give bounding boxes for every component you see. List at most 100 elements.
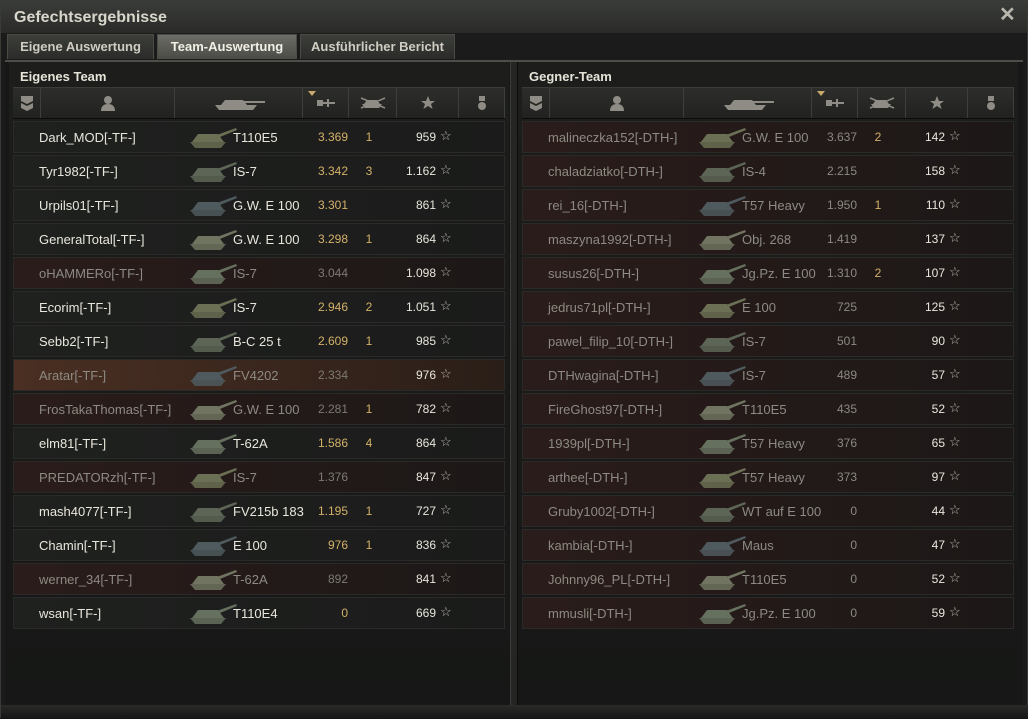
player-row[interactable]: Ecorim[-TF-] IS-7 2.946 2 1.051 ☆ bbox=[13, 291, 505, 323]
tank-icon bbox=[693, 566, 749, 594]
rank-icon[interactable] bbox=[522, 88, 550, 118]
kills-value: 3 bbox=[365, 164, 373, 178]
player-row[interactable]: FrosTakaThomas[-TF-] G.W. E 100 2.281 1 782 ☆ bbox=[13, 393, 505, 425]
damage-value: 2.215 bbox=[826, 164, 857, 178]
damage-icon[interactable] bbox=[303, 88, 349, 118]
player-name: oHAMMERo[-TF-] bbox=[39, 266, 143, 281]
tank-name: IS-7 bbox=[742, 334, 766, 349]
player-row[interactable]: rei_16[-DTH-] T57 Heavy 1.950 1 110 ☆ bbox=[522, 189, 1014, 221]
tank-icon bbox=[184, 124, 240, 152]
xp-value: 125 bbox=[924, 300, 945, 314]
tank-name: IS-7 bbox=[233, 164, 257, 179]
player-row[interactable]: FireGhost97[-DTH-] T110E5 435 52 ☆ bbox=[522, 393, 1014, 425]
player-name: rei_16[-DTH-] bbox=[548, 198, 627, 213]
player-row[interactable]: Johnny96_PL[-DTH-] T110E5 0 52 ☆ bbox=[522, 563, 1014, 595]
tank-name: T110E5 bbox=[742, 572, 787, 587]
player-name: mmusli[-DTH-] bbox=[548, 606, 632, 621]
player-row[interactable]: pawel_filip_10[-DTH-] IS-7 501 90 ☆ bbox=[522, 325, 1014, 357]
kills-value: 1 bbox=[365, 538, 373, 552]
player-row[interactable]: susus26[-DTH-] Jg.Pz. E 100 1.310 2 107 ☆ bbox=[522, 257, 1014, 289]
player-row[interactable]: 1939pl[-DTH-] T57 Heavy 376 65 ☆ bbox=[522, 427, 1014, 459]
kills-value: 1 bbox=[365, 504, 373, 518]
tank-name: FV4202 bbox=[233, 368, 279, 383]
star-icon: ☆ bbox=[949, 536, 961, 551]
star-icon: ☆ bbox=[949, 502, 961, 517]
player-row[interactable]: DTHwagina[-DTH-] IS-7 489 57 ☆ bbox=[522, 359, 1014, 391]
star-icon: ☆ bbox=[949, 128, 961, 143]
kills-value: 2 bbox=[874, 130, 882, 144]
star-icon: ☆ bbox=[440, 196, 452, 211]
player-row[interactable]: Gruby1002[-DTH-] WT auf E 100 0 44 ☆ bbox=[522, 495, 1014, 527]
damage-value: 3.044 bbox=[317, 266, 348, 280]
player-row[interactable]: malineczka152[-DTH-] G.W. E 100 3.637 2 142 ☆ bbox=[522, 121, 1014, 153]
tank-icon bbox=[184, 600, 240, 628]
panel-divider bbox=[510, 62, 518, 717]
player-row[interactable]: maszyna1992[-DTH-] Obj. 268 1.419 137 ☆ bbox=[522, 223, 1014, 255]
xp-value: 976 bbox=[415, 368, 436, 382]
xp-value: 44 bbox=[931, 504, 945, 518]
damage-value: 2.334 bbox=[317, 368, 348, 382]
player-row[interactable]: PREDATORzh[-TF-] IS-7 1.376 847 ☆ bbox=[13, 461, 505, 493]
player-row[interactable]: Aratar[-TF-] FV4202 2.334 976 ☆ bbox=[13, 359, 505, 391]
close-icon[interactable]: ✕ bbox=[999, 5, 1016, 25]
player-name: Tyr1982[-TF-] bbox=[39, 164, 118, 179]
medal-icon[interactable] bbox=[459, 88, 505, 118]
damage-value: 2.946 bbox=[317, 300, 348, 314]
xp-value: 110 bbox=[925, 198, 945, 212]
player-name: werner_34[-TF-] bbox=[39, 572, 133, 587]
player-row[interactable]: mmusli[-DTH-] Jg.Pz. E 100 0 59 ☆ bbox=[522, 597, 1014, 629]
tank-name: B-C 25 t bbox=[233, 334, 281, 349]
rank-icon[interactable] bbox=[13, 88, 41, 118]
medal-icon[interactable] bbox=[968, 88, 1014, 118]
player-name: pawel_filip_10[-DTH-] bbox=[548, 334, 673, 349]
tank-icon bbox=[184, 362, 240, 390]
tab-detailed-report[interactable]: Ausführlicher Bericht bbox=[300, 34, 455, 59]
tab-personal-results[interactable]: Eigene Auswertung bbox=[7, 34, 154, 59]
player-row[interactable]: kambia[-DTH-] Maus 0 47 ☆ bbox=[522, 529, 1014, 561]
player-row[interactable]: GeneralTotal[-TF-] G.W. E 100 3.298 1 864 ☆ bbox=[13, 223, 505, 255]
player-row[interactable]: chaladziatko[-DTH-] IS-4 2.215 158 ☆ bbox=[522, 155, 1014, 187]
enemy-team-title: Gegner-Team bbox=[529, 69, 612, 84]
kills-icon[interactable] bbox=[858, 88, 906, 118]
player-row[interactable]: jedrus71pl[-DTH-] E 100 725 125 ☆ bbox=[522, 291, 1014, 323]
star-icon: ☆ bbox=[949, 434, 961, 449]
player-row[interactable]: Dark_MOD[-TF-] T110E5 3.369 1 959 ☆ bbox=[13, 121, 505, 153]
damage-value: 3.342 bbox=[317, 164, 348, 178]
tank-icon[interactable] bbox=[684, 88, 812, 118]
player-row[interactable]: elm81[-TF-] T-62A 1.586 4 864 ☆ bbox=[13, 427, 505, 459]
star-icon: ☆ bbox=[949, 196, 961, 211]
player-row[interactable]: oHAMMERo[-TF-] IS-7 3.044 1.098 ☆ bbox=[13, 257, 505, 289]
player-row[interactable]: Sebb2[-TF-] B-C 25 t 2.609 1 985 ☆ bbox=[13, 325, 505, 357]
player-name: arthee[-DTH-] bbox=[548, 470, 628, 485]
player-row[interactable]: werner_34[-TF-] T-62A 892 841 ☆ bbox=[13, 563, 505, 595]
player-row[interactable]: Tyr1982[-TF-] IS-7 3.342 3 1.162 ☆ bbox=[13, 155, 505, 187]
damage-value: 1.310 bbox=[826, 266, 857, 280]
player-name: Ecorim[-TF-] bbox=[39, 300, 112, 315]
damage-icon[interactable] bbox=[812, 88, 858, 118]
kills-icon[interactable] bbox=[349, 88, 397, 118]
player-row[interactable]: Urpils01[-TF-] G.W. E 100 3.301 861 ☆ bbox=[13, 189, 505, 221]
player-row[interactable]: mash4077[-TF-] FV215b 183 1.195 1 727 ☆ bbox=[13, 495, 505, 527]
player-row[interactable]: arthee[-DTH-] T57 Heavy 373 97 ☆ bbox=[522, 461, 1014, 493]
player-icon[interactable] bbox=[550, 88, 684, 118]
xp-value: 669 bbox=[415, 606, 436, 620]
player-row[interactable]: Chamin[-TF-] E 100 976 1 836 ☆ bbox=[13, 529, 505, 561]
tank-icon bbox=[693, 226, 749, 254]
star-icon: ☆ bbox=[949, 264, 961, 279]
player-icon[interactable] bbox=[41, 88, 175, 118]
tank-name: Obj. 268 bbox=[742, 232, 792, 247]
player-name: susus26[-DTH-] bbox=[548, 266, 640, 281]
tank-name: Jg.Pz. E 100 bbox=[742, 266, 816, 281]
tank-icon[interactable] bbox=[175, 88, 303, 118]
star-icon: ☆ bbox=[949, 366, 961, 381]
player-name: FrosTakaThomas[-TF-] bbox=[39, 402, 172, 417]
player-name: wsan[-TF-] bbox=[39, 606, 102, 621]
damage-value: 501 bbox=[836, 334, 857, 348]
xp-star-icon[interactable] bbox=[906, 88, 968, 118]
player-row[interactable]: wsan[-TF-] T110E4 0 669 ☆ bbox=[13, 597, 505, 629]
tab-team-results[interactable]: Team-Auswertung bbox=[157, 34, 297, 59]
tank-icon bbox=[693, 464, 749, 492]
xp-star-icon[interactable] bbox=[397, 88, 459, 118]
background-strip bbox=[1, 705, 1028, 719]
kills-value: 1 bbox=[874, 198, 882, 212]
